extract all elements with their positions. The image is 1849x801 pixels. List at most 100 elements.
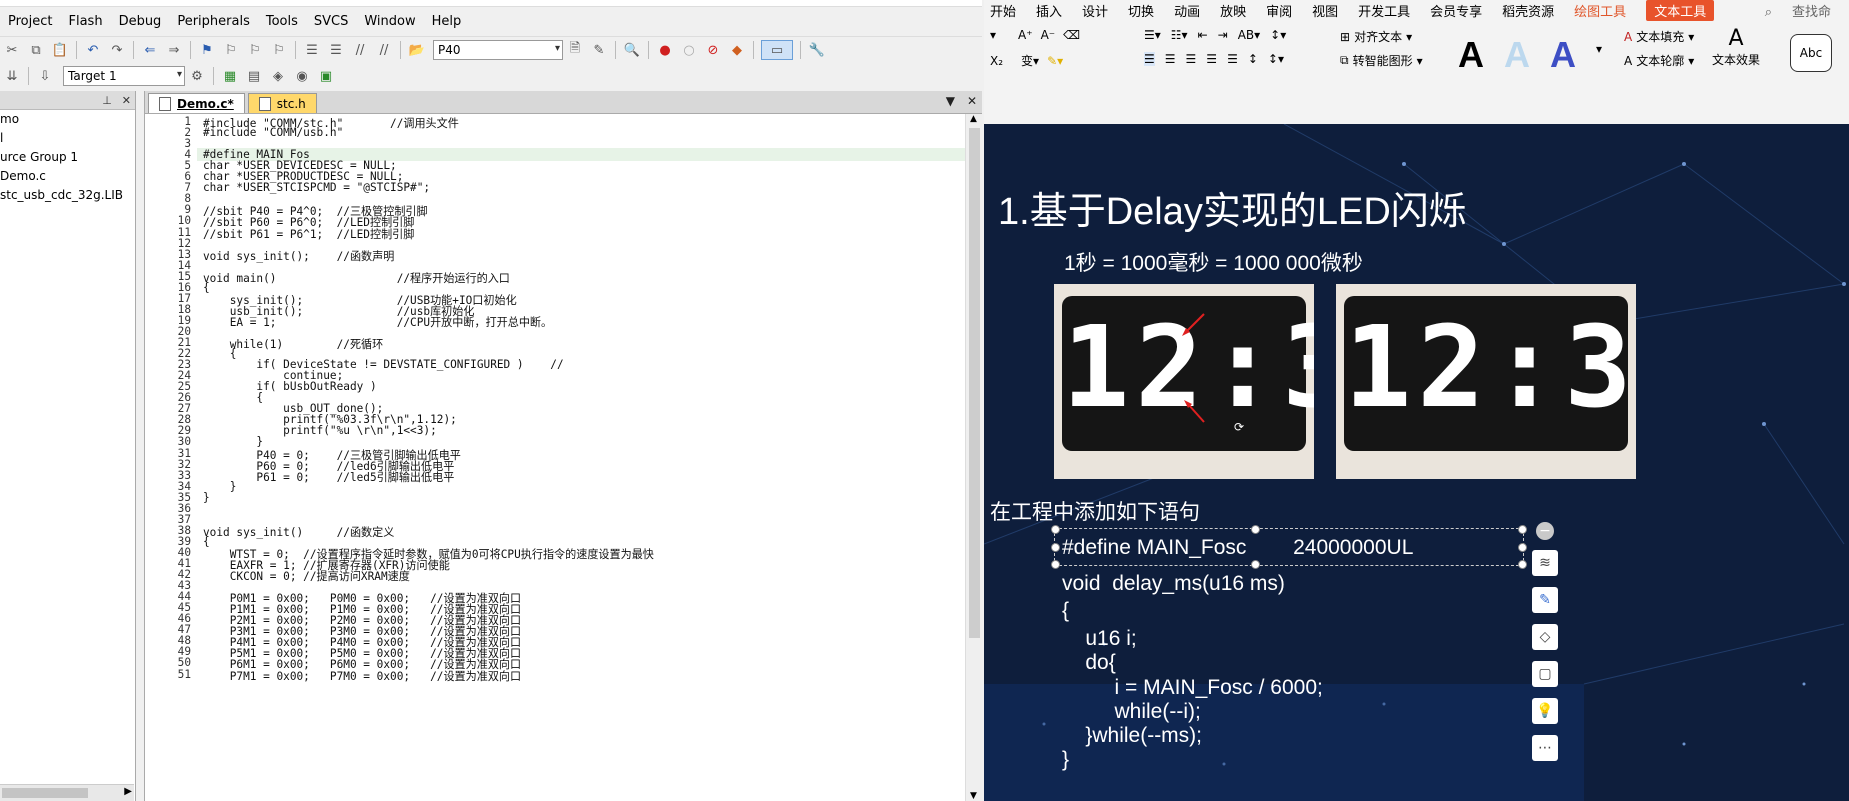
redo-icon[interactable]: ↷ xyxy=(108,41,126,59)
code-line[interactable]: char *USER_STCISPCMD = "@STCISP#"; xyxy=(203,181,430,194)
text-style-blue[interactable]: A xyxy=(1550,34,1576,76)
menu-flash[interactable]: Flash xyxy=(60,14,110,29)
text-style-more-icon[interactable]: ▾ xyxy=(1596,42,1602,56)
code-line[interactable]: void sys_init(); //函数声明 xyxy=(203,248,394,264)
file-extensions-icon[interactable]: ▦ xyxy=(221,67,239,85)
code-line[interactable]: P61 = 0; //led5引脚输出低电平 xyxy=(203,469,454,485)
nav-back-icon[interactable]: ⇐ xyxy=(141,41,159,59)
scroll-down-icon[interactable]: ▼ xyxy=(970,791,977,801)
align-left-icon[interactable]: ☰ xyxy=(1144,52,1155,66)
bullets-icon[interactable]: ☰▾ xyxy=(1144,28,1161,42)
text-direction-icon[interactable]: AB▾ xyxy=(1238,28,1260,42)
text-effects-button[interactable]: A 文本效果 xyxy=(1712,26,1760,68)
layers-icon[interactable]: ≋ xyxy=(1532,550,1558,576)
tab-animation[interactable]: 动画 xyxy=(1174,1,1200,20)
scrollbar-thumb[interactable] xyxy=(2,788,88,798)
find-in-files-icon[interactable]: 📂 xyxy=(408,41,426,59)
menu-tools[interactable]: Tools xyxy=(258,14,306,29)
scroll-up-icon[interactable]: ▲ xyxy=(970,114,977,124)
decrease-indent-icon[interactable]: ⇤ xyxy=(1198,28,1208,42)
menu-peripherals[interactable]: Peripherals xyxy=(169,14,258,29)
chevron-down-icon[interactable]: ▾ xyxy=(555,43,560,54)
pack-installer-icon[interactable]: ◉ xyxy=(293,67,311,85)
tab-developer[interactable]: 开发工具 xyxy=(1358,1,1410,20)
slide-subtitle[interactable]: 1秒 = 1000毫秒 = 1000 000微秒 xyxy=(1064,247,1363,277)
text-style-light-blue[interactable]: A xyxy=(1504,34,1530,76)
tab-view[interactable]: 视图 xyxy=(1312,1,1338,20)
uncomment-icon[interactable]: // xyxy=(375,41,393,59)
select-packs-icon[interactable]: ◈ xyxy=(269,67,287,85)
tree-item[interactable]: urce Group 1 xyxy=(0,148,135,167)
para-spacing-icon[interactable]: ↕▾ xyxy=(1268,52,1284,66)
unindent-icon[interactable]: ☰ xyxy=(327,41,345,59)
smart-shape-button[interactable]: ⧉ 转智能图形 ▾ xyxy=(1340,52,1423,69)
breakpoint-icon[interactable]: ● xyxy=(656,41,674,59)
resize-handle[interactable] xyxy=(1518,560,1527,569)
bookmark-prev-icon[interactable]: ⚐ xyxy=(222,41,240,59)
text-style-black[interactable]: A xyxy=(1458,34,1484,76)
sort-icon[interactable]: ↕▾ xyxy=(1270,28,1286,42)
debug-icon[interactable]: 🔍 xyxy=(623,41,641,59)
align-right-icon[interactable]: ☰ xyxy=(1186,52,1197,66)
more-icon[interactable]: ⋯ xyxy=(1532,735,1558,761)
tab-text-tools[interactable]: 文本工具 xyxy=(1646,0,1715,21)
chevron-down-icon[interactable]: ▾ xyxy=(177,69,182,80)
runtime-env-icon[interactable]: ▣ xyxy=(317,67,335,85)
increase-indent-icon[interactable]: ⇥ xyxy=(1218,28,1228,42)
pin-icon[interactable]: ⊥ xyxy=(102,94,112,107)
rotate-handle-icon[interactable]: ⟳ xyxy=(1234,420,1244,434)
font-shrink-icon[interactable]: A⁻ xyxy=(1041,28,1056,42)
resize-handle[interactable] xyxy=(1251,560,1260,569)
comment-icon[interactable]: // xyxy=(351,41,369,59)
code-area[interactable]: 1 #include "COMM/stc.h" //调用头文件 2 #include … xyxy=(145,114,965,801)
numbering-icon[interactable]: ☷▾ xyxy=(1171,28,1188,42)
resize-handle[interactable] xyxy=(1051,525,1060,534)
fill-icon[interactable]: ◇ xyxy=(1532,624,1558,650)
nav-forward-icon[interactable]: ⇒ xyxy=(165,41,183,59)
clock-image-off[interactable]: 12:34 xyxy=(1336,284,1636,479)
code-line[interactable]: CKCON = 0; //提高访问XRAM速度 xyxy=(203,568,410,584)
tab-list-icon[interactable]: ▼ xyxy=(946,94,955,108)
highlight-icon[interactable]: ✎▾ xyxy=(1047,54,1063,68)
font-grow-icon[interactable]: A⁺ xyxy=(1018,28,1033,42)
resize-handle[interactable] xyxy=(1051,543,1060,552)
code-line[interactable]: #include "COMM/usb.h" xyxy=(203,126,343,139)
find-combo[interactable]: P40 ▾ xyxy=(433,40,563,60)
resize-handle[interactable] xyxy=(1051,560,1060,569)
bookmark-next-icon[interactable]: ⚐ xyxy=(246,41,264,59)
collapse-icon[interactable]: − xyxy=(1536,522,1554,540)
configure-icon[interactable]: 🔧 xyxy=(808,41,826,59)
resize-handle[interactable] xyxy=(1518,525,1527,534)
shape-style-button[interactable]: Abc xyxy=(1790,34,1832,72)
subscript-icon[interactable]: X₂ xyxy=(990,54,1003,68)
build-icon[interactable]: ⇊ xyxy=(3,67,21,85)
line-spacing-icon[interactable]: ↕ xyxy=(1248,52,1258,66)
menu-window[interactable]: Window xyxy=(356,14,423,29)
align-center-icon[interactable]: ☰ xyxy=(1165,52,1176,66)
code-line[interactable]: EA = 1; //CPU开放中断，打开总中断。 xyxy=(203,314,552,330)
resize-handle[interactable] xyxy=(1251,525,1260,534)
distribute-icon[interactable]: ☰ xyxy=(1227,52,1238,66)
bookmark-clear-icon[interactable]: ⚐ xyxy=(270,41,288,59)
tree-item[interactable]: Demo.c xyxy=(0,167,135,186)
clock-image-on[interactable]: 12:34 xyxy=(1054,284,1314,479)
clear-format-icon[interactable]: ⌫ xyxy=(1063,28,1080,42)
outline-icon[interactable]: ▢ xyxy=(1532,661,1558,687)
tab-design[interactable]: 设计 xyxy=(1082,1,1108,20)
tab-member[interactable]: 会员专享 xyxy=(1430,1,1482,20)
text-outline-button[interactable]: A 文本轮廓 ▾ xyxy=(1624,52,1694,69)
tab-insert[interactable]: 插入 xyxy=(1036,1,1062,20)
scroll-right-icon[interactable]: ▶ xyxy=(124,786,132,797)
manage-project-icon[interactable]: ▤ xyxy=(245,67,263,85)
breakpoint-kill-icon[interactable]: ⊘ xyxy=(704,41,722,59)
tab-transition[interactable]: 切换 xyxy=(1128,1,1154,20)
code-line[interactable]: } xyxy=(203,491,210,504)
indent-icon[interactable]: ☰ xyxy=(303,41,321,59)
align-text-button[interactable]: ⊞ 对齐文本 ▾ xyxy=(1340,28,1412,45)
tab-start[interactable]: 开始 xyxy=(990,1,1016,20)
code-line[interactable]: //sbit P61 = P6^1; //LED控制引脚 xyxy=(203,226,414,242)
menu-project[interactable]: Project xyxy=(0,14,60,29)
slide-title[interactable]: 1.基于Delay实现的LED闪烁 xyxy=(998,180,1467,235)
slide-note[interactable]: 在工程中添加如下语句 xyxy=(990,496,1200,526)
tree-item[interactable]: stc_usb_cdc_32g.LIB xyxy=(0,186,135,205)
